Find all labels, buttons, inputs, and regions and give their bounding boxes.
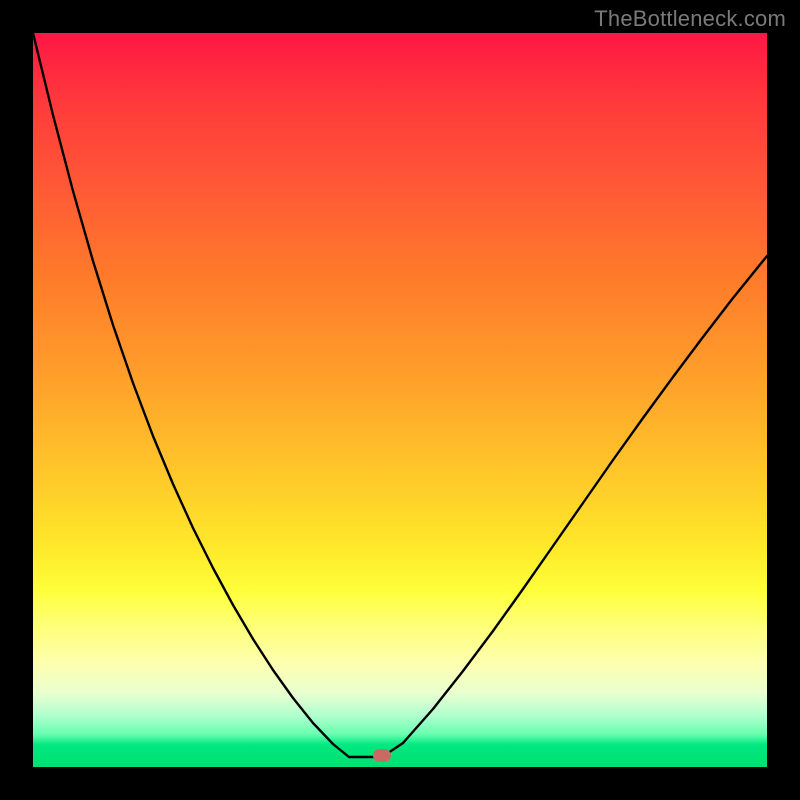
bottleneck-curve bbox=[33, 33, 767, 767]
watermark-text: TheBottleneck.com bbox=[594, 6, 786, 32]
chart-frame: TheBottleneck.com bbox=[0, 0, 800, 800]
plot-area bbox=[33, 33, 767, 767]
optimum-marker bbox=[373, 749, 391, 762]
